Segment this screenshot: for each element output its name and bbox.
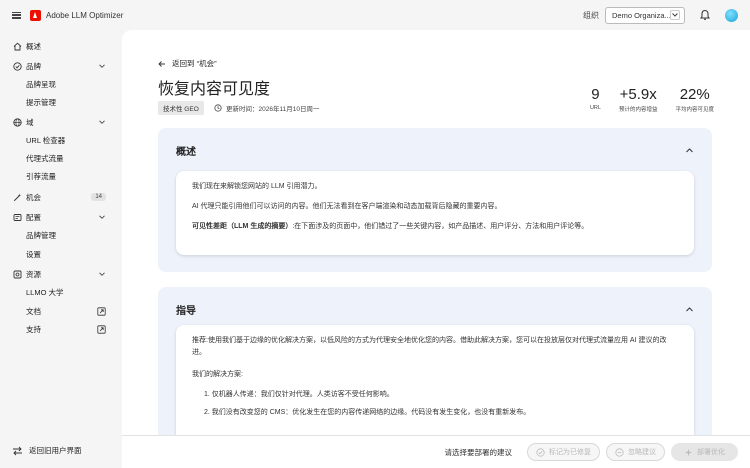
deploy-optimization-label: 部署优化 [697, 449, 725, 456]
top-bar: Adobe LLM Optimizer 组织 Demo Organiza... [0, 0, 750, 30]
org-select-value: Demo Organiza... [612, 10, 670, 20]
sidebar-item-agentic-traffic[interactable]: 代理式流量 [26, 152, 106, 164]
sidebar-item-resources[interactable]: 资源 [12, 267, 106, 281]
clock-icon [214, 104, 222, 112]
skip-icon [615, 447, 624, 457]
stat-label: 预计的内容增益 [618, 107, 658, 113]
deploy-optimization-button[interactable]: 部署优化 [671, 443, 738, 461]
sidebar-item-label: 资源 [26, 269, 41, 279]
chevron-up-icon[interactable] [685, 305, 694, 314]
overview-paragraph: 可见性差距（LLM 生成的摘要）:在下面涉及的页面中，他们错过了一些关键内容，如… [192, 221, 678, 233]
panel-heading: 指导 [176, 305, 196, 317]
sidebar-item-docs[interactable]: 文档 [26, 305, 106, 317]
stats-summary: 9 URL +5.9x 预计的内容增益 22% 平均内容可见度 [572, 86, 714, 113]
guidance-paragraph: 推荐:使用我们基于边缘的优化解决方案，以低风险的方式为代理安全地优化您的内容。借… [192, 337, 667, 356]
page-title: 恢复内容可见度 [158, 81, 271, 98]
external-link-icon [97, 306, 106, 316]
mark-fixed-button[interactable]: 标记为已修复 [527, 443, 600, 461]
adobe-logo-icon [30, 9, 41, 21]
hamburger-menu-icon[interactable] [12, 11, 21, 19]
sidebar-item-label: 支持 [26, 324, 41, 334]
org-select[interactable]: Demo Organiza... [605, 6, 685, 24]
main-content: 返回到 “机会” 恢复内容可见度 技术性 GEO 更新时间：2026年11月10… [122, 30, 750, 468]
sidebar-item-brand-presence[interactable]: 品牌呈现 [26, 78, 106, 90]
back-to-old-ui-link[interactable]: 返回旧用户界面 [12, 445, 82, 456]
sidebar-item-label: 概述 [26, 41, 41, 51]
org-label: 组织 [583, 10, 599, 20]
stat-urls: 9 URL [590, 86, 601, 113]
sidebar-item-overview[interactable]: 概述 [12, 39, 106, 53]
visibility-gap-text: :在下面涉及的页面中，他们错过了一些关键内容，如产品描述、用户评分、方法和用户评… [292, 223, 589, 230]
overview-paragraph: AI 代理只能引用他们可以访问的内容。他们无法看到在客户端渲染和动态加载背后隐藏… [192, 203, 502, 210]
sidebar-item-prompt-management[interactable]: 提示管理 [26, 96, 106, 108]
skip-suggestion-button[interactable]: 忽略建议 [606, 443, 665, 461]
sidebar-item-label: 域 [26, 117, 34, 127]
back-to-old-ui-label: 返回旧用户界面 [29, 446, 82, 455]
sidebar-item-label: 配置 [26, 212, 41, 222]
mark-fixed-label: 标记为已修复 [549, 449, 591, 456]
sidebar-item-brand[interactable]: 品牌 [12, 59, 106, 73]
check-circle-icon [536, 447, 545, 457]
bell-icon[interactable] [699, 9, 711, 21]
overview-panel-header[interactable]: 概述 [158, 128, 712, 172]
stat-content-gain: +5.9x 预计的内容增益 [619, 86, 658, 113]
solution-item: 1. 仅机器人传递：我们仅针对代理。人类访客不受任何影响。 [204, 391, 394, 398]
sidebar-item-domain[interactable]: 域 [12, 115, 106, 129]
sidebar-item-brand-management[interactable]: 品牌管理 [26, 229, 106, 241]
stat-label: 平均内容可见度 [675, 107, 714, 113]
app-title: Adobe LLM Optimizer [46, 10, 124, 20]
updated-time: 更新时间：2026年11月10日周一 [214, 103, 319, 113]
swap-arrows-icon [13, 446, 22, 455]
chevron-down-icon [99, 120, 105, 124]
stat-value: 9 [591, 86, 600, 103]
stat-label: URL [589, 105, 601, 111]
sidebar-item-label: 文档 [26, 306, 41, 316]
resources-icon [12, 269, 22, 279]
sidebar-item-label: 品牌 [26, 61, 41, 71]
bottom-action-bar: 请选择要部署的建议 标记为已修复 忽略建议 部署优化 [122, 435, 750, 468]
back-link-label: 返回到 “机会” [172, 59, 217, 68]
sidebar-item-settings[interactable]: 设置 [26, 248, 106, 260]
solution-heading: 我们的解决方案: [192, 371, 243, 378]
home-icon [12, 41, 22, 51]
magic-wand-icon [12, 192, 22, 202]
check-circle-icon [12, 61, 22, 71]
chevron-down-icon [99, 215, 105, 219]
stat-visibility: 22% 平均内容可见度 [675, 86, 714, 113]
sidebar-item-support[interactable]: 支持 [26, 323, 106, 335]
skip-suggestion-label: 忽略建议 [628, 449, 656, 456]
visibility-gap-label: 可见性差距（LLM 生成的摘要） [192, 223, 293, 230]
sidebar: 概述 品牌 品牌呈现 提示管理 域 URL 检查器 代理式流量 引荐流量 机会 … [0, 30, 120, 468]
category-tag: 技术性 GEO [158, 101, 204, 115]
opportunities-count-badge: 14 [91, 193, 106, 201]
stat-value: +5.9x [619, 86, 657, 103]
overview-card: 我们现在来解锁您网站的 LLM 引用潜力。 AI 代理只能引用他们可以访问的内容… [176, 171, 694, 255]
sidebar-item-url-inspector[interactable]: URL 检查器 [26, 134, 106, 146]
sidebar-item-opportunities[interactable]: 机会 14 [12, 190, 106, 204]
sidebar-item-referral-traffic[interactable]: 引荐流量 [26, 170, 106, 182]
globe-icon [12, 117, 22, 127]
external-link-icon [97, 324, 106, 334]
sidebar-item-config[interactable]: 配置 [12, 210, 106, 224]
chevron-down-icon [670, 10, 680, 20]
sidebar-item-label: 机会 [26, 192, 41, 202]
back-to-opportunities-link[interactable]: 返回到 “机会” [158, 58, 217, 69]
chevron-down-icon [99, 272, 105, 276]
overview-paragraph: 我们现在来解锁您网站的 LLM 引用潜力。 [192, 183, 322, 190]
chevron-up-icon[interactable] [685, 146, 694, 155]
sparkle-icon [684, 448, 693, 456]
chevron-down-icon [99, 64, 105, 68]
arrow-left-icon [158, 60, 165, 67]
settings-icon [12, 212, 22, 222]
select-suggestion-hint: 请选择要部署的建议 [444, 447, 513, 457]
solution-item: 2. 我们没有改变您的 CMS：优化发生在您的内容传递网络的边缘。代码没有发生变… [204, 409, 531, 416]
overview-panel: 概述 我们现在来解锁您网站的 LLM 引用潜力。 AI 代理只能引用他们可以访问… [158, 128, 712, 272]
sidebar-item-llmo-university[interactable]: LLMO 大学 [26, 286, 106, 298]
updated-time-text: 更新时间：2026年11月10日周一 [226, 106, 320, 113]
stat-value: 22% [679, 86, 710, 103]
panel-heading: 概述 [176, 146, 196, 158]
avatar[interactable] [725, 8, 738, 22]
